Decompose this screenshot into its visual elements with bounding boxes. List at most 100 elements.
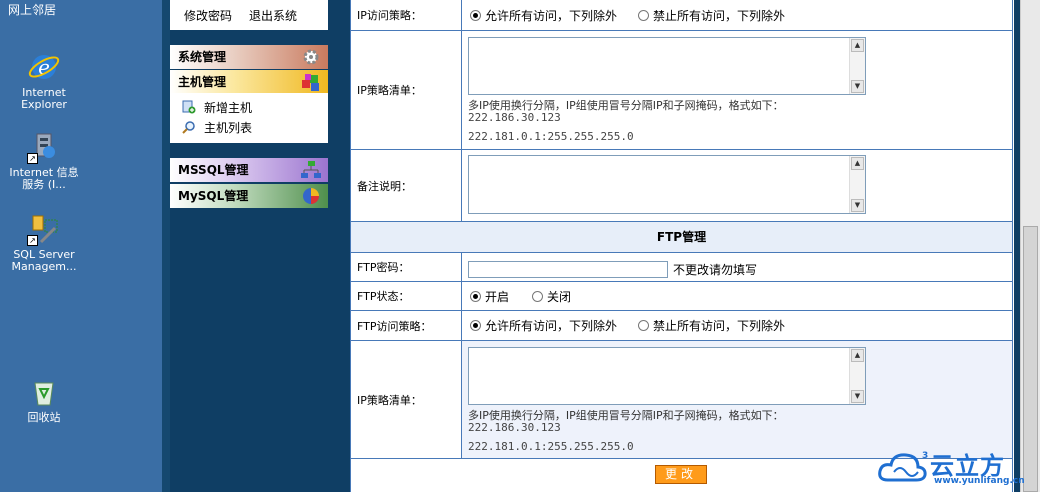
field-label: IP策略清单： — [350, 31, 462, 149]
field-value: 允许所有访问，下列除外 禁止所有访问，下列除外 — [462, 311, 1013, 340]
scroll-up-icon[interactable]: ▲ — [851, 349, 864, 362]
radio-button[interactable] — [470, 290, 481, 302]
menu-label: 主机管理 — [178, 75, 227, 89]
desktop-icon-internet-explorer[interactable]: e Internet Explorer — [4, 50, 84, 111]
pie-chart-icon — [300, 186, 322, 206]
field-label: IP策略清单： — [350, 341, 462, 458]
page-scrollbar[interactable] — [1020, 0, 1040, 492]
menu-label: MSSQL管理 — [178, 163, 249, 177]
row-ftp-ip-policy-list: IP策略清单： ▲ ▼ 多IP使用换行分隔，IP组使用冒号分隔IP和子网掩码，格… — [350, 341, 1013, 459]
row-ftp-password: FTP密码： 不更改请勿填写 — [350, 253, 1013, 282]
radio-label: 禁止所有访问，下列除外 — [653, 319, 786, 333]
row-notes: 备注说明： ▲ ▼ — [350, 150, 1013, 222]
desktop-icon-label: SQL Server Managem... — [11, 248, 77, 273]
desktop: 网上邻居 e Internet Explorer ↗ Internet 信息服务… — [0, 0, 163, 492]
radio-label: 允许所有访问，下列除外 — [485, 8, 618, 23]
window-left-border — [162, 0, 170, 492]
desktop-network-label[interactable]: 网上邻居 — [8, 1, 56, 18]
iis-icon: ↗ — [27, 130, 61, 164]
submit-button[interactable]: 更改 — [655, 465, 707, 484]
row-ftp-status: FTP状态： 开启 关闭 — [350, 282, 1013, 311]
submenu-host-list[interactable]: 主机列表 — [182, 119, 252, 136]
watermark-url: www.yunlifang.cn — [934, 476, 1025, 486]
radio-ftp-off[interactable]: 关闭 — [532, 282, 571, 310]
field-label: FTP密码： — [350, 253, 462, 281]
radio-deny-all[interactable]: 禁止所有访问，下列除外 — [638, 0, 785, 30]
radio-button[interactable] — [470, 320, 481, 331]
textarea-scrollbar[interactable]: ▲ ▼ — [849, 156, 865, 213]
account-links: 修改密码 退出系统 — [170, 0, 328, 30]
scroll-up-icon[interactable]: ▲ — [851, 39, 864, 52]
radio-button[interactable] — [470, 9, 481, 21]
scroll-up-icon[interactable]: ▲ — [851, 157, 864, 170]
radio-label: 禁止所有访问，下列除外 — [653, 8, 786, 23]
host-submenu: 新增主机 主机列表 — [170, 93, 328, 143]
scroll-down-icon[interactable]: ▼ — [851, 80, 864, 93]
desktop-icon-label: 回收站 — [27, 411, 61, 424]
ftp-password-input[interactable] — [468, 261, 668, 278]
row-ip-policy-list: IP策略清单： ▲ ▼ 多IP使用换行分隔，IP组使用冒号分隔IP和子网掩码，格… — [350, 31, 1013, 150]
field-value: 开启 关闭 — [462, 282, 1013, 310]
cloud-logo-icon: 3 — [878, 451, 928, 482]
ip-example-single: 222.186.30.123 — [468, 111, 561, 124]
radio-label: 关闭 — [547, 289, 572, 304]
row-ip-access-policy: IP访问策略： 允许所有访问，下列除外 禁止所有访问，下列除外 — [350, 0, 1013, 31]
radio-allow-all[interactable]: 允许所有访问，下列除外 — [470, 0, 617, 30]
scroll-down-icon[interactable]: ▼ — [851, 199, 864, 212]
scroll-down-icon[interactable]: ▼ — [851, 390, 864, 403]
content-area: IP访问策略： 允许所有访问，下列除外 禁止所有访问，下列除外 IP策略清单： … — [347, 0, 1020, 492]
ftp-section-title: FTP管理 — [350, 222, 1013, 253]
search-icon — [182, 120, 196, 134]
menu-label: MySQL管理 — [178, 189, 249, 203]
field-label: FTP状态： — [350, 282, 462, 310]
logout-link[interactable]: 退出系统 — [249, 7, 297, 24]
submenu-label: 主机列表 — [204, 121, 253, 135]
desktop-icon-sql-server[interactable]: ↗ SQL Server Managem... — [4, 212, 84, 273]
desktop-icon-recycle-bin[interactable]: 回收站 — [4, 375, 84, 424]
field-value: ▲ ▼ 多IP使用换行分隔，IP组使用冒号分隔IP和子网掩码，格式如下： 222… — [462, 341, 1013, 458]
submenu-add-host[interactable]: 新增主机 — [182, 99, 252, 116]
shortcut-arrow-icon: ↗ — [27, 235, 38, 246]
change-password-link[interactable]: 修改密码 — [184, 7, 232, 24]
textarea-scrollbar[interactable]: ▲ ▼ — [849, 348, 865, 404]
menu-host-management[interactable]: 主机管理 — [170, 70, 328, 94]
field-value: 允许所有访问，下列除外 禁止所有访问，下列除外 — [462, 0, 1013, 30]
field-value: ▲ ▼ — [462, 150, 1013, 221]
ftp-password-hint: 不更改请勿填写 — [673, 263, 758, 277]
field-label: 备注说明： — [350, 150, 462, 221]
cubes-icon — [300, 72, 322, 92]
radio-button[interactable] — [638, 9, 649, 21]
desktop-icon-label: Internet Explorer — [21, 86, 67, 111]
notes-textarea[interactable]: ▲ ▼ — [468, 155, 866, 214]
radio-ftp-deny-all[interactable]: 禁止所有访问，下列除外 — [638, 311, 785, 340]
ip-example-range: 222.181.0.1:255.255.255.0 — [468, 130, 634, 143]
field-label: IP访问策略： — [350, 0, 462, 30]
menu-label: 系统管理 — [178, 50, 227, 64]
submenu-label: 新增主机 — [204, 101, 253, 115]
logo-superscript: 3 — [922, 451, 928, 461]
network-icon — [300, 160, 322, 180]
radio-button[interactable] — [532, 290, 543, 302]
ftp-ip-list-textarea[interactable]: ▲ ▼ — [468, 347, 866, 405]
menu-mysql-management[interactable]: MySQL管理 — [170, 184, 328, 208]
ftp-ip-example-range: 222.181.0.1:255.255.255.0 — [468, 440, 634, 453]
desktop-icon-label: Internet 信息服务 (I... — [9, 166, 79, 191]
radio-label: 开启 — [485, 289, 510, 304]
sidebar: 修改密码 退出系统 系统管理 主机管理 新增主机 主机列表 MSSQL管理 My… — [170, 0, 347, 492]
shortcut-arrow-icon: ↗ — [27, 153, 38, 164]
host-edit-form: IP访问策略： 允许所有访问，下列除外 禁止所有访问，下列除外 IP策略清单： … — [350, 0, 1014, 492]
menu-mssql-management[interactable]: MSSQL管理 — [170, 158, 328, 182]
ip-list-textarea[interactable]: ▲ ▼ — [468, 37, 866, 95]
row-ftp-access-policy: FTP访问策略： 允许所有访问，下列除外 禁止所有访问，下列除外 — [350, 311, 1013, 341]
textarea-scrollbar[interactable]: ▲ ▼ — [849, 38, 865, 94]
radio-ftp-on[interactable]: 开启 — [470, 282, 509, 310]
radio-button[interactable] — [638, 320, 649, 331]
menu-system-management[interactable]: 系统管理 — [170, 45, 328, 69]
desktop-icon-iis[interactable]: ↗ Internet 信息服务 (I... — [4, 130, 84, 191]
field-label: FTP访问策略： — [350, 311, 462, 340]
radio-label: 允许所有访问，下列除外 — [485, 319, 618, 333]
ftp-ip-example-single: 222.186.30.123 — [468, 421, 561, 434]
radio-ftp-allow-all[interactable]: 允许所有访问，下列除外 — [470, 311, 617, 340]
sql-server-icon: ↗ — [27, 212, 61, 246]
watermark-logo: 3 云立方 www.yunlifang.cn — [878, 444, 1040, 492]
